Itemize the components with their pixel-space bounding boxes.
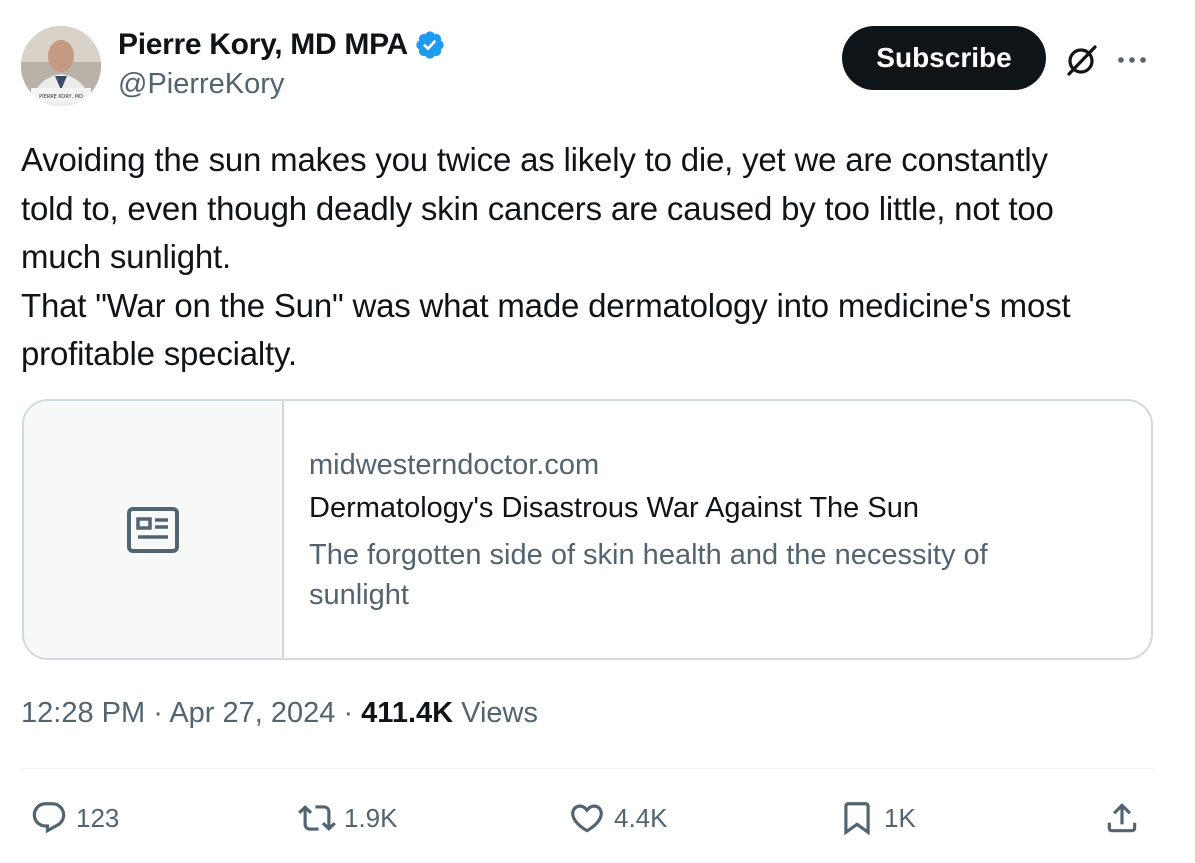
article-icon [127, 506, 179, 553]
link-card-domain: midwesterndoctor.com [309, 449, 600, 481]
grok-icon[interactable] [1064, 42, 1100, 78]
tweet-text-line: told to, even though deadly skin cancers… [21, 189, 1054, 227]
tweet-meta: 12:28 PM · Apr 27, 2024 · 411.4K Views [21, 697, 538, 730]
share-icon [1107, 803, 1137, 833]
meta-separator: · [145, 697, 170, 729]
tweet-text: Avoiding the sun makes you twice as like… [21, 136, 1171, 379]
share-button[interactable] [1103, 798, 1141, 838]
verified-badge-icon [416, 31, 444, 59]
tweet: PIERRE KORY, MD Pierre Kory, MD MPA @Pie… [0, 0, 1195, 863]
repost-icon [298, 805, 336, 831]
author-name[interactable]: Pierre Kory, MD MPA [118, 28, 408, 62]
reply-count: 123 [76, 802, 120, 833]
meta-separator: · [335, 697, 362, 729]
subscribe-button[interactable]: Subscribe [842, 26, 1046, 90]
avatar-caption: PIERRE KORY, MD [39, 94, 83, 100]
like-count: 4.4K [614, 802, 668, 833]
reply-button[interactable]: 123 [30, 798, 119, 838]
link-card-body: midwesterndoctor.com Dermatology's Disas… [284, 401, 1069, 658]
views-count[interactable]: 411.4K [361, 697, 453, 729]
heart-icon [571, 804, 603, 833]
author-name-row[interactable]: Pierre Kory, MD MPA [118, 28, 446, 62]
author-handle[interactable]: @PierreKory [118, 68, 284, 101]
avatar[interactable]: PIERRE KORY, MD [21, 26, 101, 106]
bookmark-count: 1K [884, 802, 916, 833]
like-button[interactable]: 4.4K [568, 798, 668, 838]
tweet-text-line: That "War on the Sun" was what made derm… [21, 286, 1071, 324]
divider [21, 768, 1153, 769]
tweet-text-line: profitable specialty. [21, 335, 297, 372]
tweet-time[interactable]: 12:28 PM [21, 697, 145, 729]
link-card-title: Dermatology's Disastrous War Against The… [309, 492, 919, 524]
tweet-text-line: Avoiding the sun makes you twice as like… [21, 141, 1048, 178]
tweet-date[interactable]: Apr 27, 2024 [169, 697, 335, 729]
avatar-photo: PIERRE KORY, MD [21, 26, 101, 106]
tweet-text-line: much sunlight. [21, 238, 231, 275]
repost-count: 1.9K [344, 802, 398, 833]
bookmark-icon [844, 802, 870, 836]
reply-icon [32, 802, 66, 834]
link-card-thumbnail [24, 401, 284, 658]
repost-button[interactable]: 1.9K [298, 798, 398, 838]
views-label: Views [453, 697, 538, 729]
link-card[interactable]: midwesterndoctor.com Dermatology's Disas… [22, 399, 1153, 660]
bookmark-button[interactable]: 1K [838, 798, 916, 838]
link-card-description: The forgotten side of skin health and th… [309, 539, 988, 611]
more-icon[interactable] [1114, 46, 1150, 74]
